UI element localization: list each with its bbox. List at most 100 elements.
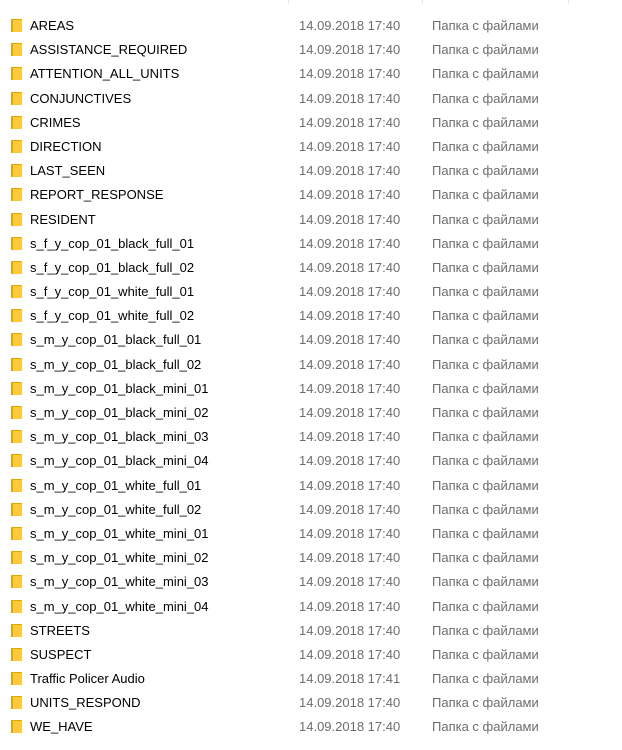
folder-icon bbox=[11, 720, 22, 734]
file-row[interactable]: s_m_y_cop_01_black_mini_03 14.09.2018 17… bbox=[0, 426, 622, 450]
file-type: Папка с файлами bbox=[432, 380, 539, 396]
file-row[interactable]: s_m_y_cop_01_white_mini_03 14.09.2018 17… bbox=[0, 571, 622, 595]
file-row[interactable]: ATTENTION_ALL_UNITS 14.09.2018 17:40 Пап… bbox=[0, 63, 622, 87]
file-row[interactable]: s_m_y_cop_01_white_mini_04 14.09.2018 17… bbox=[0, 596, 622, 620]
folder-icon bbox=[11, 672, 22, 686]
file-type: Папка с файлами bbox=[432, 477, 539, 493]
folder-icon bbox=[11, 285, 22, 299]
file-name: WE_HAVE bbox=[30, 719, 93, 735]
file-type: Папка с файлами bbox=[432, 18, 539, 33]
file-type: Папка с файлами bbox=[432, 356, 539, 372]
file-date-modified: 14.09.2018 17:40 bbox=[299, 525, 401, 541]
file-list: AREAS 14.09.2018 17:40 Папка с файлами A… bbox=[0, 15, 622, 741]
file-date-modified: 14.09.2018 17:40 bbox=[299, 42, 401, 58]
file-date-modified: 14.09.2018 17:40 bbox=[299, 114, 401, 130]
column-divider[interactable] bbox=[422, 0, 423, 4]
file-row[interactable]: CONJUNCTIVES 14.09.2018 17:40 Папка с фа… bbox=[0, 88, 622, 112]
file-row[interactable]: s_m_y_cop_01_white_full_01 14.09.2018 17… bbox=[0, 475, 622, 499]
file-row[interactable]: Traffic Policer Audio 14.09.2018 17:41 П… bbox=[0, 668, 622, 692]
file-name: ASSISTANCE_REQUIRED bbox=[30, 42, 188, 58]
file-name: Traffic Policer Audio bbox=[30, 671, 145, 687]
file-type: Папка с файлами bbox=[432, 66, 539, 82]
file-name: AREAS bbox=[30, 18, 75, 33]
file-name: LAST_SEEN bbox=[30, 163, 106, 179]
file-date-modified: 14.09.2018 17:40 bbox=[299, 405, 401, 420]
folder-icon bbox=[11, 188, 22, 202]
file-date-modified: 14.09.2018 17:40 bbox=[299, 356, 401, 372]
file-date-modified: 14.09.2018 17:40 bbox=[299, 211, 401, 227]
file-name: s_f_y_cop_01_white_full_01 bbox=[30, 284, 195, 300]
file-row[interactable]: ASSISTANCE_REQUIRED 14.09.2018 17:40 Пап… bbox=[0, 39, 622, 63]
file-type: Папка с файлами bbox=[432, 284, 539, 300]
file-name: s_f_y_cop_01_black_full_02 bbox=[30, 259, 195, 275]
column-divider[interactable] bbox=[568, 0, 569, 4]
file-name: ATTENTION_ALL_UNITS bbox=[30, 66, 180, 82]
file-row[interactable]: SUSPECT 14.09.2018 17:40 Папка с файлами bbox=[0, 644, 622, 668]
folder-icon bbox=[11, 139, 22, 153]
file-row[interactable]: RESIDENT 14.09.2018 17:40 Папка с файлам… bbox=[0, 209, 622, 233]
column-divider[interactable] bbox=[288, 0, 289, 4]
file-date-modified: 14.09.2018 17:40 bbox=[299, 453, 401, 469]
file-date-modified: 14.09.2018 17:41 bbox=[299, 671, 401, 687]
file-row[interactable]: s_m_y_cop_01_black_mini_01 14.09.2018 17… bbox=[0, 378, 622, 402]
file-date-modified: 14.09.2018 17:40 bbox=[299, 622, 401, 638]
file-row[interactable]: DIRECTION 14.09.2018 17:40 Папка с файла… bbox=[0, 136, 622, 160]
file-type: Папка с файлами bbox=[432, 187, 539, 203]
folder-icon bbox=[11, 454, 22, 468]
folder-icon bbox=[11, 599, 22, 613]
file-date-modified: 14.09.2018 17:40 bbox=[299, 477, 401, 493]
file-row[interactable]: s_f_y_cop_01_white_full_01 14.09.2018 17… bbox=[0, 281, 622, 305]
file-row[interactable]: s_m_y_cop_01_black_mini_02 14.09.2018 17… bbox=[0, 402, 622, 426]
folder-icon bbox=[11, 696, 22, 710]
file-type: Папка с файлами bbox=[432, 695, 539, 711]
folder-icon bbox=[11, 67, 22, 81]
folder-icon bbox=[11, 647, 22, 661]
file-row[interactable]: s_f_y_cop_01_white_full_02 14.09.2018 17… bbox=[0, 305, 622, 329]
file-row[interactable]: WE_HAVE 14.09.2018 17:40 Папка с файлами bbox=[0, 716, 622, 740]
file-row[interactable]: s_m_y_cop_01_black_full_01 14.09.2018 17… bbox=[0, 329, 622, 353]
file-row[interactable]: AREAS 14.09.2018 17:40 Папка с файлами bbox=[0, 15, 622, 39]
file-row[interactable]: REPORT_RESPONSE 14.09.2018 17:40 Папка с… bbox=[0, 184, 622, 208]
file-name: DIRECTION bbox=[30, 138, 102, 154]
file-date-modified: 14.09.2018 17:40 bbox=[299, 187, 401, 203]
file-name: CRIMES bbox=[30, 114, 81, 130]
file-date-modified: 14.09.2018 17:40 bbox=[299, 163, 401, 179]
file-type: Папка с файлами bbox=[432, 598, 539, 614]
file-row[interactable]: UNITS_RESPOND 14.09.2018 17:40 Папка с ф… bbox=[0, 692, 622, 716]
file-row[interactable]: s_m_y_cop_01_white_mini_01 14.09.2018 17… bbox=[0, 523, 622, 547]
file-row[interactable]: STREETS 14.09.2018 17:40 Папка с файлами bbox=[0, 620, 622, 644]
file-row[interactable]: s_m_y_cop_01_black_full_02 14.09.2018 17… bbox=[0, 354, 622, 378]
file-name: SUSPECT bbox=[30, 646, 92, 662]
file-name: s_m_y_cop_01_white_full_01 bbox=[30, 477, 202, 493]
folder-icon bbox=[11, 478, 22, 492]
file-date-modified: 14.09.2018 17:40 bbox=[299, 429, 401, 445]
folder-icon bbox=[11, 91, 22, 105]
file-row[interactable]: s_m_y_cop_01_black_mini_04 14.09.2018 17… bbox=[0, 450, 622, 474]
file-date-modified: 14.09.2018 17:40 bbox=[299, 646, 401, 662]
folder-icon bbox=[11, 575, 22, 589]
file-name: s_m_y_cop_01_black_mini_03 bbox=[30, 429, 209, 445]
file-name: UNITS_RESPOND bbox=[30, 695, 141, 711]
file-name: s_m_y_cop_01_white_full_02 bbox=[30, 501, 202, 517]
file-type: Папка с файлами bbox=[432, 719, 539, 735]
file-date-modified: 14.09.2018 17:40 bbox=[299, 719, 401, 735]
file-type: Папка с файлами bbox=[432, 308, 539, 324]
file-row[interactable]: s_f_y_cop_01_black_full_01 14.09.2018 17… bbox=[0, 233, 622, 257]
file-row[interactable]: LAST_SEEN 14.09.2018 17:40 Папка с файла… bbox=[0, 160, 622, 184]
file-date-modified: 14.09.2018 17:40 bbox=[299, 18, 401, 33]
file-row[interactable]: s_f_y_cop_01_black_full_02 14.09.2018 17… bbox=[0, 257, 622, 281]
folder-icon bbox=[11, 357, 22, 371]
file-date-modified: 14.09.2018 17:40 bbox=[299, 90, 401, 106]
folder-icon bbox=[11, 236, 22, 250]
file-date-modified: 14.09.2018 17:40 bbox=[299, 574, 401, 590]
file-row[interactable]: s_m_y_cop_01_white_full_02 14.09.2018 17… bbox=[0, 499, 622, 523]
file-name: s_m_y_cop_01_black_full_01 bbox=[30, 332, 202, 348]
file-type: Папка с файлами bbox=[432, 646, 539, 662]
folder-icon bbox=[11, 406, 22, 419]
file-row[interactable]: s_m_y_cop_01_white_mini_02 14.09.2018 17… bbox=[0, 547, 622, 571]
folder-icon bbox=[11, 430, 22, 444]
file-row[interactable]: CRIMES 14.09.2018 17:40 Папка с файлами bbox=[0, 112, 622, 136]
file-name: s_m_y_cop_01_white_mini_04 bbox=[30, 598, 209, 614]
folder-icon bbox=[11, 115, 22, 129]
file-type: Папка с файлами bbox=[432, 525, 539, 541]
